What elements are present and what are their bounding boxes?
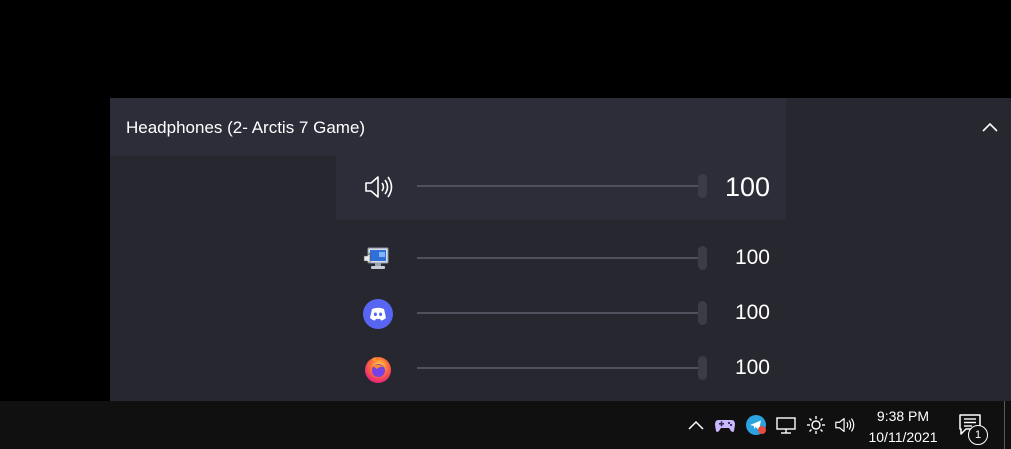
system-sounds-volume-slider[interactable]	[417, 246, 707, 270]
system-sounds-icon[interactable]	[363, 244, 393, 274]
clock-date: 10/11/2021	[868, 429, 938, 445]
discord-volume-slider[interactable]	[417, 301, 707, 325]
show-desktop-button[interactable]	[1004, 401, 1005, 449]
gamepad-icon[interactable]	[714, 413, 736, 437]
telegram-icon[interactable]	[745, 413, 767, 437]
slider-thumb[interactable]	[698, 301, 707, 325]
slider-thumb[interactable]	[698, 246, 707, 270]
slider-fill	[417, 257, 701, 259]
discord-volume-value: 100	[734, 301, 770, 324]
clock-time: 9:38 PM	[876, 408, 930, 424]
volume-mixer-panel: Headphones (2- Arctis 7 Game) 100 100 10…	[110, 98, 1011, 401]
app-row-discord: 100	[336, 291, 786, 335]
system-sounds-volume-value: 100	[734, 246, 770, 269]
device-header[interactable]: Headphones (2- Arctis 7 Game)	[110, 98, 1011, 156]
network-icon[interactable]	[775, 413, 797, 437]
chevron-up-icon[interactable]	[685, 413, 707, 437]
speaker-icon[interactable]	[363, 172, 393, 202]
firefox-volume-slider[interactable]	[417, 356, 707, 380]
app-row-system-sounds: 100	[336, 236, 786, 280]
firefox-volume-value: 100	[734, 356, 770, 379]
slider-fill	[417, 185, 701, 187]
slider-fill	[417, 312, 701, 314]
slider-fill	[417, 367, 701, 369]
volume-icon[interactable]	[834, 413, 856, 437]
device-title: Headphones (2- Arctis 7 Game)	[126, 118, 366, 137]
app-row-firefox: 100	[336, 346, 786, 390]
notification-count-badge: 1	[968, 425, 988, 445]
brightness-icon[interactable]	[805, 413, 827, 437]
taskbar: 9:38 PM 10/11/2021 1	[0, 401, 1011, 449]
collapse-button[interactable]	[975, 114, 1005, 140]
notification-center-button[interactable]: 1	[956, 411, 990, 445]
master-volume-row: 100	[336, 156, 786, 220]
master-volume-value: 100	[724, 172, 770, 202]
discord-icon[interactable]	[363, 299, 393, 329]
master-volume-slider[interactable]	[417, 174, 707, 198]
firefox-icon[interactable]	[363, 354, 393, 384]
slider-thumb[interactable]	[698, 356, 707, 380]
clock[interactable]: 9:38 PM 10/11/2021	[860, 406, 946, 448]
chevron-up-icon	[982, 122, 998, 132]
slider-thumb[interactable]	[698, 174, 707, 198]
